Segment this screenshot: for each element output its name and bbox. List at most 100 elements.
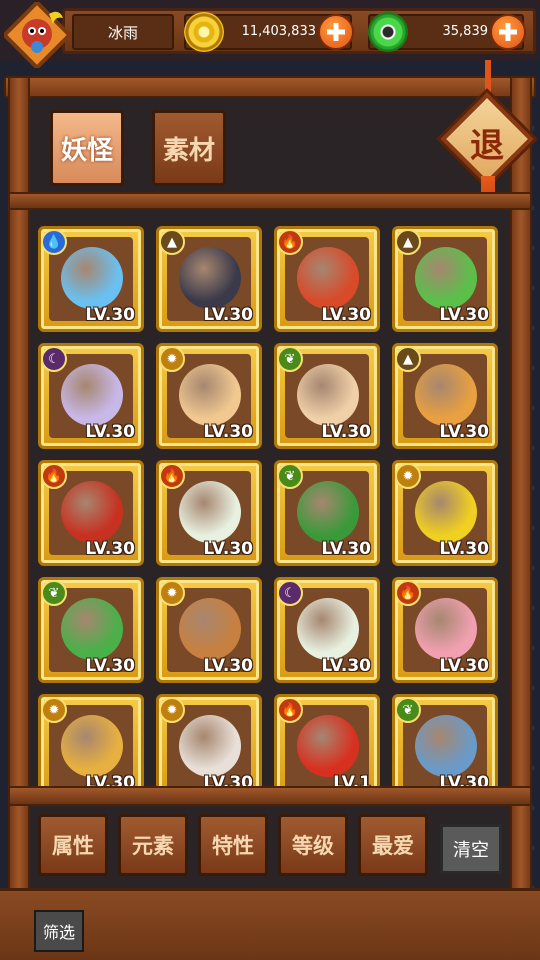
filter-element-button[interactable]: 元素 xyxy=(118,814,188,876)
monster-portrait xyxy=(61,481,123,543)
filter-favorite-button[interactable]: 最爱 xyxy=(358,814,428,876)
sun-element-icon: ✹ xyxy=(159,697,185,723)
filter-trait-button[interactable]: 特性 xyxy=(198,814,268,876)
exit-label: 退 xyxy=(470,126,504,166)
monster-portrait xyxy=(415,598,477,660)
jade-currency: 35,839 xyxy=(368,12,526,52)
fire-element-icon: 🔥 xyxy=(277,229,303,255)
level-label: LV.30 xyxy=(203,305,253,325)
level-label: LV.30 xyxy=(439,305,489,325)
monster-card[interactable]: 🔥 LV.30 xyxy=(38,460,144,566)
level-label: LV.30 xyxy=(321,305,371,325)
monster-card[interactable]: 🔥 LV.1 xyxy=(274,694,380,788)
add-jade-button[interactable] xyxy=(490,14,526,50)
monster-card[interactable]: ▲ LV.30 xyxy=(156,226,262,332)
monster-card[interactable]: ✹ LV.30 xyxy=(38,694,144,788)
sun-element-icon: ✹ xyxy=(395,463,421,489)
screen-button[interactable]: 筛选 xyxy=(34,910,84,952)
jade-value: 35,839 xyxy=(442,24,489,39)
clear-button[interactable]: 清空 xyxy=(440,824,502,874)
earth-element-icon: ▲ xyxy=(395,229,421,255)
monster-card[interactable]: ❦ LV.30 xyxy=(274,460,380,566)
monster-portrait xyxy=(61,247,123,309)
player-name: 冰雨 xyxy=(72,14,174,50)
sun-element-icon: ✹ xyxy=(41,697,67,723)
filter-level-button[interactable]: 等级 xyxy=(278,814,348,876)
monster-portrait xyxy=(179,364,241,426)
fire-element-icon: 🔥 xyxy=(395,580,421,606)
monster-portrait xyxy=(179,481,241,543)
earth-element-icon: ▲ xyxy=(159,229,185,255)
monster-card[interactable]: 💧 LV.30 xyxy=(38,226,144,332)
tab-materials[interactable]: 素材 xyxy=(152,110,226,186)
sun-element-icon: ✹ xyxy=(159,346,185,372)
top-bar: 冰雨 11,403,833 35,839 xyxy=(0,0,540,68)
wood-element-icon: ❦ xyxy=(395,697,421,723)
monster-portrait xyxy=(415,247,477,309)
fire-element-icon: 🔥 xyxy=(277,697,303,723)
level-label: LV.30 xyxy=(85,539,135,559)
monster-portrait xyxy=(415,481,477,543)
level-label: LV.30 xyxy=(321,539,371,559)
add-gold-button[interactable] xyxy=(318,14,354,50)
level-label: LV.30 xyxy=(85,305,135,325)
monster-portrait xyxy=(179,715,241,777)
monster-portrait xyxy=(61,715,123,777)
monster-card[interactable]: ❦ LV.30 xyxy=(38,577,144,683)
gold-coin-icon xyxy=(184,12,224,52)
monster-card[interactable]: 🔥 LV.30 xyxy=(156,460,262,566)
filter-attribute-button[interactable]: 属性 xyxy=(38,814,108,876)
monster-card[interactable]: ✹ LV.30 xyxy=(156,343,262,449)
monster-grid[interactable]: 💧 LV.30 ▲ LV.30 🔥 LV.30 ▲ LV.30 ☾ LV.30 ✹ LV.30 ❦ LV.… xyxy=(30,210,510,788)
monster-portrait xyxy=(297,481,359,543)
exit-button[interactable]: 退 xyxy=(440,92,534,186)
level-label: LV.30 xyxy=(439,539,489,559)
tab-monsters[interactable]: 妖怪 xyxy=(50,110,124,186)
sun-element-icon: ✹ xyxy=(159,580,185,606)
wood-element-icon: ❦ xyxy=(41,580,67,606)
level-label: LV.30 xyxy=(203,656,253,676)
level-label: LV.30 xyxy=(203,422,253,442)
monster-card[interactable]: ☾ LV.30 xyxy=(38,343,144,449)
level-label: LV.30 xyxy=(85,656,135,676)
monster-card[interactable]: ❦ LV.30 xyxy=(274,343,380,449)
monster-portrait xyxy=(61,364,123,426)
monster-card[interactable]: 🔥 LV.30 xyxy=(274,226,380,332)
monster-card[interactable]: ▲ LV.30 xyxy=(392,343,498,449)
moon-element-icon: ☾ xyxy=(41,346,67,372)
monster-card[interactable]: 🔥 LV.30 xyxy=(392,577,498,683)
shelf-bottom xyxy=(8,786,532,806)
monster-portrait xyxy=(61,598,123,660)
level-label: LV.30 xyxy=(321,422,371,442)
dragon-avatar-icon[interactable] xyxy=(4,2,74,68)
monster-card[interactable]: ▲ LV.30 xyxy=(392,226,498,332)
level-label: LV.30 xyxy=(85,422,135,442)
monster-card[interactable]: ☾ LV.30 xyxy=(274,577,380,683)
monster-card[interactable]: ✹ LV.30 xyxy=(156,577,262,683)
level-label: LV.30 xyxy=(439,422,489,442)
monster-portrait xyxy=(415,364,477,426)
gold-value: 11,403,833 xyxy=(241,24,316,39)
fire-element-icon: 🔥 xyxy=(41,463,67,489)
monster-portrait xyxy=(179,598,241,660)
wood-element-icon: ❦ xyxy=(277,463,303,489)
water-element-icon: 💧 xyxy=(41,229,67,255)
monster-card[interactable]: ✹ LV.30 xyxy=(156,694,262,788)
monster-card[interactable]: ❦ LV.30 xyxy=(392,694,498,788)
level-label: LV.30 xyxy=(203,539,253,559)
moon-element-icon: ☾ xyxy=(277,580,303,606)
monster-portrait xyxy=(415,715,477,777)
fire-element-icon: 🔥 xyxy=(159,463,185,489)
earth-element-icon: ▲ xyxy=(395,346,421,372)
level-label: LV.30 xyxy=(439,656,489,676)
wood-element-icon: ❦ xyxy=(277,346,303,372)
monster-portrait xyxy=(297,247,359,309)
level-label: LV.30 xyxy=(321,656,371,676)
monster-portrait xyxy=(179,247,241,309)
monster-card[interactable]: ✹ LV.30 xyxy=(392,460,498,566)
cabinet-top xyxy=(4,76,536,98)
monster-portrait xyxy=(297,715,359,777)
jade-coin-icon xyxy=(368,12,408,52)
gold-currency: 11,403,833 xyxy=(184,12,354,52)
monster-portrait xyxy=(297,364,359,426)
